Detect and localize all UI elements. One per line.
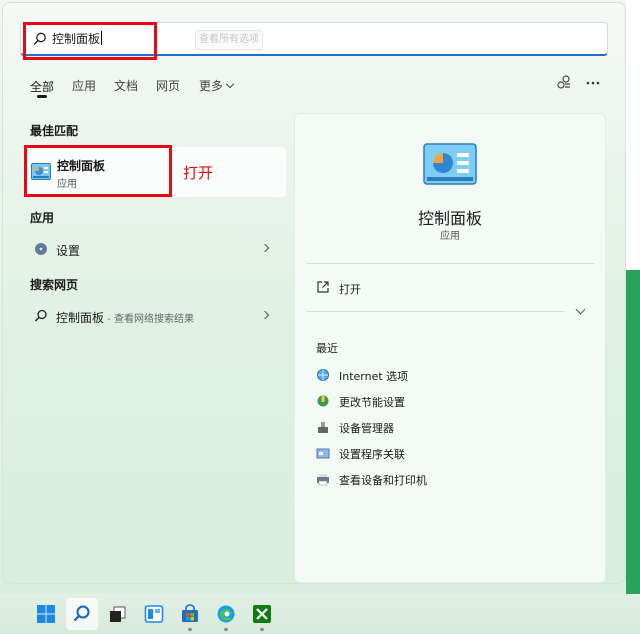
internet-options-icon [317, 369, 329, 381]
printer-icon [317, 474, 329, 486]
xbox-button[interactable] [246, 598, 278, 631]
widgets-icon [144, 605, 164, 623]
recent-item-internet-options[interactable]: Internet 选项 [316, 366, 576, 386]
recent-item-device-manager[interactable]: 设备管理器 [316, 418, 576, 438]
search-highlight-box [23, 22, 157, 60]
list-item-settings[interactable]: 设置 [24, 236, 286, 262]
search-taskbar-button[interactable] [66, 598, 98, 630]
edge-button[interactable] [210, 598, 242, 631]
open-external-icon[interactable] [316, 280, 330, 294]
running-indicator [260, 628, 264, 631]
tab-all[interactable]: 全部 [30, 78, 54, 95]
edge-browser-icon [217, 605, 235, 623]
control-panel-large-icon [423, 143, 477, 185]
start-button[interactable] [30, 598, 62, 630]
web-search-heading: 搜索网页 [30, 278, 79, 292]
detail-subtitle: 应用 [440, 231, 460, 242]
device-manager-icon [318, 422, 328, 433]
store-icon [182, 604, 198, 622]
result-highlight-box [24, 145, 172, 197]
chevron-down-icon [225, 79, 235, 89]
xbox-icon [253, 605, 271, 623]
web-search-text: 控制面板 - 查看网络搜索结果 [56, 311, 194, 325]
store-button[interactable] [174, 598, 206, 631]
running-indicator [224, 628, 228, 631]
widgets-button[interactable] [138, 598, 170, 630]
active-tab-indicator [37, 95, 47, 98]
open-action-label[interactable]: 打开 [339, 281, 361, 297]
account-switch-icon[interactable] [555, 74, 573, 92]
divider [306, 311, 564, 312]
ghost-button: 查看所有选项 [195, 30, 263, 50]
best-match-heading: 最佳匹配 [30, 124, 79, 138]
task-view-button[interactable] [102, 598, 134, 630]
desktop-background [626, 0, 640, 634]
running-indicator [188, 628, 192, 631]
open-annotation: 打开 [183, 164, 214, 182]
recent-item-devices-printers[interactable]: 查看设备和打印机 [316, 470, 576, 490]
file-association-icon [316, 448, 330, 459]
divider [306, 263, 594, 264]
settings-label: 设置 [56, 244, 81, 258]
recent-item-power-settings[interactable]: 更改节能设置 [316, 392, 576, 412]
recent-item-file-association[interactable]: 设置程序关联 [316, 444, 576, 464]
search-icon [35, 309, 47, 322]
power-settings-icon [317, 395, 329, 407]
apps-heading: 应用 [30, 211, 55, 225]
web-search-result[interactable]: 控制面板 - 查看网络搜索结果 [24, 303, 286, 329]
more-options-icon[interactable] [584, 74, 602, 92]
windows-logo-icon [37, 605, 55, 623]
detail-title: 控制面板 [417, 209, 482, 228]
gear-icon [35, 243, 47, 255]
tab-documents[interactable]: 文档 [114, 77, 138, 94]
taskbar [0, 594, 640, 634]
tab-apps[interactable]: 应用 [72, 77, 96, 94]
chevron-right-icon [260, 310, 270, 320]
chevron-right-icon [260, 243, 270, 253]
tab-web[interactable]: 网页 [156, 77, 180, 94]
recent-heading: 最近 [316, 342, 338, 355]
search-icon [73, 605, 90, 622]
tab-more[interactable]: 更多 [199, 77, 235, 94]
task-view-icon [110, 606, 126, 622]
